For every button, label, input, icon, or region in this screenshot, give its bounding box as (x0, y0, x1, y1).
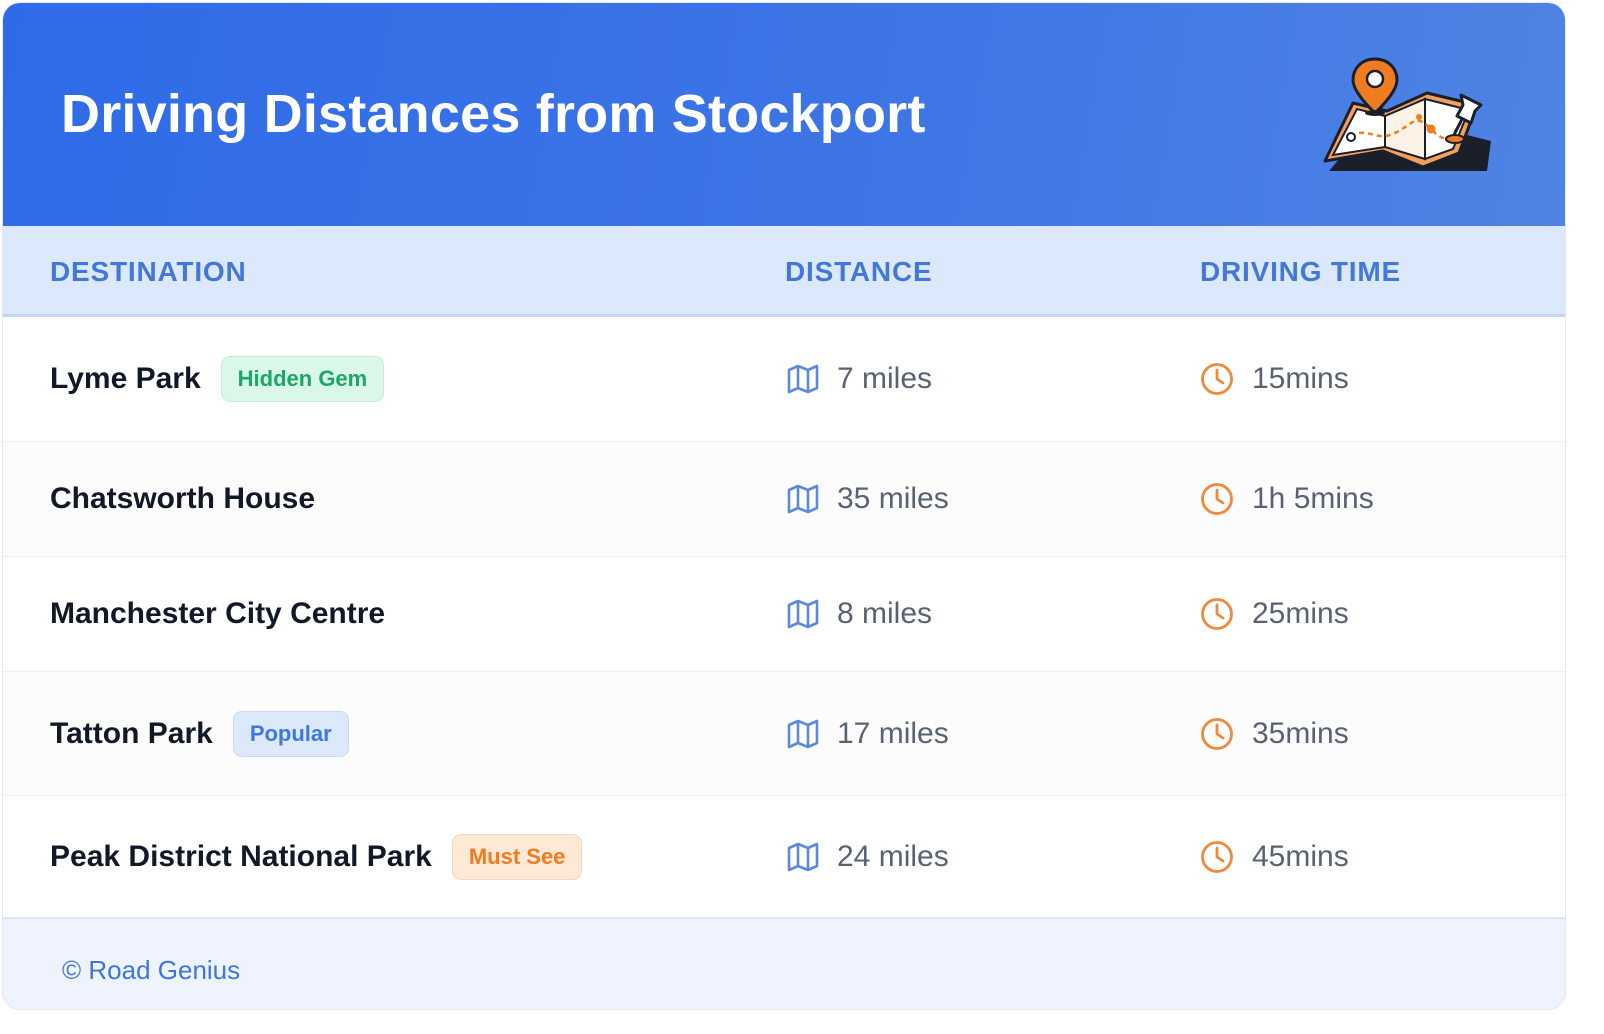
popular-badge: Popular (232, 710, 349, 757)
driving-time-cell: 45mins (1200, 796, 1349, 917)
distance-value: 17 miles (837, 716, 949, 750)
destination-cell: Lyme Park Hidden Gem (50, 317, 385, 441)
distance-cell: 7 miles (787, 317, 932, 441)
distance-value: 35 miles (837, 482, 949, 515)
table-row: Peak District National Park Must See 24 … (3, 796, 1565, 917)
driving-time-value: 15mins (1252, 362, 1349, 395)
table-row: Tatton Park Popular 17 miles 35mins (3, 672, 1565, 796)
header-banner: Driving Distances from Stockport (3, 3, 1565, 226)
driving-time-cell: 25mins (1200, 557, 1349, 671)
clock-icon (1201, 483, 1233, 515)
table-row: Chatsworth House 35 miles 1h 5mins (3, 442, 1565, 557)
destination-cell: Manchester City Centre (50, 557, 385, 671)
driving-time-cell: 15mins (1200, 317, 1349, 441)
column-header-driving-time: DRIVING TIME (1200, 256, 1401, 287)
driving-time-value: 45mins (1252, 839, 1349, 873)
map-icon (787, 599, 819, 629)
hidden-gem-badge: Hidden Gem (220, 356, 385, 402)
table-row: Manchester City Centre 8 miles 25mins (3, 557, 1565, 672)
distance-cell: 17 miles (787, 672, 949, 795)
column-header-distance: DISTANCE (785, 256, 933, 287)
clock-icon (1201, 840, 1233, 873)
clock-icon (1201, 598, 1233, 630)
clock-icon (1201, 363, 1233, 395)
driving-time-cell: 35mins (1200, 672, 1349, 795)
map-icon (787, 484, 819, 514)
destination-name: Peak District National Park (50, 839, 432, 873)
destination-name: Lyme Park (50, 362, 201, 395)
distance-cell: 8 miles (787, 557, 932, 671)
map-icon (787, 364, 819, 394)
footer-credit: © Road Genius (62, 955, 241, 985)
distance-cell: 35 miles (787, 442, 949, 556)
driving-time-value: 35mins (1252, 716, 1349, 750)
driving-time-cell: 1h 5mins (1200, 442, 1374, 556)
page-title: Driving Distances from Stockport (61, 84, 926, 144)
must-see-badge: Must See (451, 833, 583, 880)
map-with-pins-illustration (1323, 57, 1491, 171)
driving-time-value: 25mins (1252, 597, 1349, 630)
distance-cell: 24 miles (787, 796, 949, 917)
footer: © Road Genius (3, 917, 1565, 1009)
distance-table-card: Driving Distances from Stockport DESTINA… (2, 2, 1566, 1010)
destination-cell: Tatton Park Popular (50, 672, 349, 795)
destination-cell: Chatsworth House (50, 442, 315, 556)
table-row: Lyme Park Hidden Gem 7 miles 15mins (3, 317, 1565, 442)
destination-name: Tatton Park (50, 716, 213, 750)
clock-icon (1201, 717, 1233, 750)
distance-value: 8 miles (837, 597, 933, 630)
distance-value: 7 miles (837, 362, 933, 395)
destination-name: Chatsworth House (50, 482, 316, 515)
column-header-destination: DESTINATION (50, 256, 247, 287)
map-icon (787, 842, 819, 871)
distance-value: 24 miles (837, 839, 949, 873)
map-icon (787, 719, 819, 748)
column-header-row: DESTINATION DISTANCE DRIVING TIME (3, 226, 1565, 317)
driving-time-value: 1h 5mins (1252, 482, 1374, 515)
destination-name: Manchester City Centre (50, 597, 386, 630)
destination-cell: Peak District National Park Must See (50, 796, 583, 917)
